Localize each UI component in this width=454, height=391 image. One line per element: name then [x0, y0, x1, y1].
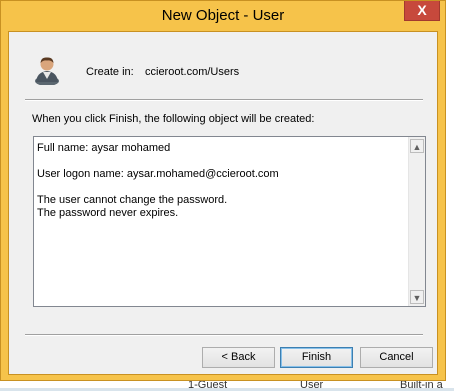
background-window-edge: [446, 0, 454, 388]
new-object-user-dialog: New Object - User X Create in: ccieroot.…: [0, 0, 446, 381]
footer-divider: [25, 334, 423, 336]
header-divider: [25, 99, 423, 101]
finish-button[interactable]: Finish: [280, 347, 353, 368]
window-title: New Object - User: [161, 7, 285, 24]
scroll-up-button[interactable]: ▲: [410, 139, 424, 153]
cancel-button[interactable]: Cancel: [360, 347, 433, 368]
summary-intro-text: When you click Finish, the following obj…: [32, 113, 315, 125]
summary-password-change: The user cannot change the password.: [37, 194, 228, 206]
close-button[interactable]: X: [404, 1, 440, 21]
dialog-content: Create in: ccieroot.com/Users When you c…: [8, 31, 438, 375]
create-in-label: Create in:: [86, 66, 134, 78]
create-in-path: ccieroot.com/Users: [145, 66, 240, 78]
summary-password-expiry: The password never expires.: [37, 207, 179, 219]
back-button[interactable]: < Back: [202, 347, 275, 368]
close-icon: X: [417, 2, 427, 18]
chevron-down-icon: ▼: [412, 293, 422, 303]
title-bar[interactable]: New Object - User X: [1, 1, 445, 31]
user-icon: [35, 57, 59, 85]
summary-logon-name: User logon name: aysar.mohamed@ccieroot.…: [37, 168, 279, 180]
summary-content: Full name: aysar mohamed User logon name…: [37, 142, 279, 220]
scroll-down-button[interactable]: ▼: [410, 290, 424, 304]
chevron-up-icon: ▲: [412, 142, 422, 152]
vertical-scrollbar[interactable]: ▲ ▼: [408, 137, 425, 306]
summary-textbox[interactable]: Full name: aysar mohamed User logon name…: [33, 136, 426, 307]
summary-full-name: Full name: aysar mohamed: [37, 142, 171, 154]
